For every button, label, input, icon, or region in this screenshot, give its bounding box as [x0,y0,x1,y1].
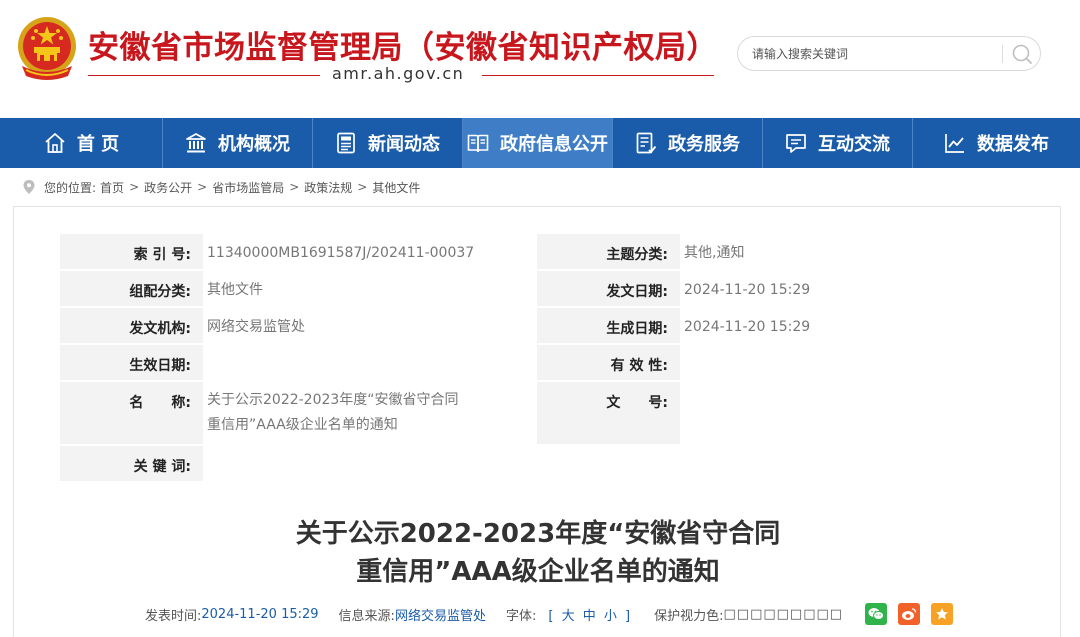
building-icon [186,133,206,153]
search-input[interactable] [752,45,992,63]
article-title: 关于公示2022-2023年度“安徽省守合同 重信用”AAA级企业名单的通知 [14,515,1062,591]
nav-item-home[interactable]: 首 页 [0,118,162,168]
breadcrumb-prefix: 您的位置: [44,180,97,195]
breadcrumb-separator: > [197,180,208,194]
doc-no-label: 文 号: [537,382,680,444]
news-icon [337,132,355,154]
article-title-line: 关于公示2022-2023年度“安徽省守合同 [295,519,781,549]
site-domain: amr.ah.gov.cn [332,64,465,83]
favorite-star-icon [936,608,949,620]
nav-item-gov-info[interactable]: 政府信息公开 [462,118,612,168]
source-value[interactable]: 网络交易监管处 [395,605,486,624]
effective-date-value [203,345,537,380]
meta-row: 关 键 词: [60,446,1015,481]
meta-row: 索 引 号: 11340000MB1691587J/202411-00037 主… [60,234,1015,269]
meta-row: 名 称: 关于公示2022-2023年度“安徽省守合同 重信用”AAA级企业名单… [60,382,1015,444]
nav-item-interaction[interactable]: 互动交流 [762,118,912,168]
index-no-label: 索 引 号: [60,234,203,269]
weibo-icon [902,608,917,620]
nav-item-label: 互动交流 [818,134,890,155]
meta-row: 发文机构: 网络交易监管处 生成日期: 2024-11-20 15:29 [60,308,1015,343]
issuer-label: 发文机构: [60,308,203,343]
name-value: 关于公示2022-2023年度“安徽省守合同 重信用”AAA级企业名单的通知 [203,382,537,444]
created-date-value: 2024-11-20 15:29 [680,308,1014,343]
nav-item-label: 机构概况 [218,134,290,155]
source-label: 信息来源: [338,608,395,624]
site-header: 安徽省市场监督管理局（安徽省知识产权局） amr.ah.gov.cn [0,0,1080,118]
nav-item-label: 政府信息公开 [500,134,608,155]
share-wechat-button[interactable] [865,603,888,625]
validity-value [680,345,1014,380]
search-box [737,36,1041,71]
home-icon [45,133,65,153]
national-emblem-icon[interactable] [14,14,80,86]
document-meta-table: 索 引 号: 11340000MB1691587J/202411-00037 主… [60,234,1015,483]
breadcrumb-link-policy[interactable]: 政策法规 [304,179,352,196]
font-medium-button[interactable]: 中 [583,609,596,624]
line-chart-icon [945,134,964,153]
breadcrumb-separator: > [129,180,140,194]
name-value-line: 关于公示2022-2023年度“安徽省守合同 [207,392,459,408]
keywords-label: 关 键 词: [60,446,203,481]
topic-value: 其他,通知 [680,234,1014,269]
breadcrumb-link-provincial-bureau[interactable]: 省市场监管局 [212,179,284,196]
main-nav: 首 页 机构概况 新闻动态 政府信息公开 政务服务 互动交流 数据发布 [0,118,1080,168]
name-label: 名 称: [60,382,203,444]
publish-time-label: 发表时间: [145,608,202,624]
breadcrumb-separator: > [289,180,300,194]
font-large-button[interactable]: 大 [562,609,575,624]
index-no-value: 11340000MB1691587J/202411-00037 [203,234,537,269]
issuer-value: 网络交易监管处 [203,308,537,343]
font-size-controls: [ 大 中 小 ] [546,605,632,624]
nav-item-label: 首 页 [76,134,120,155]
nav-item-data[interactable]: 数据发布 [912,118,1080,168]
doc-no-value [680,382,1014,444]
search-divider [1002,45,1003,63]
nav-item-news[interactable]: 新闻动态 [312,118,462,168]
eye-care-label: 保护视力色: [654,608,724,624]
name-value-line: 重信用”AAA级企业名单的通知 [207,417,398,433]
org-class-label: 组配分类: [60,271,203,306]
keywords-value [203,446,1015,481]
font-bracket-close: ] [625,608,631,624]
breadcrumb-link-gov-open[interactable]: 政务公开 [144,179,192,196]
content-panel: 索 引 号: 11340000MB1691587J/202411-00037 主… [13,206,1061,637]
eye-care-color-options[interactable]: □□□□□□□□□ [724,607,844,622]
location-pin-icon [23,180,35,194]
open-book-icon [467,134,489,153]
wechat-icon [868,608,885,620]
favorite-button[interactable] [931,603,954,625]
issue-date-value: 2024-11-20 15:29 [680,271,1014,306]
article-title-line: 重信用”AAA级企业名单的通知 [356,557,720,587]
font-bracket-open: [ [548,608,554,624]
topic-label: 主题分类: [537,234,680,269]
breadcrumb-link-other-docs[interactable]: 其他文件 [372,179,420,196]
nav-item-label: 新闻动态 [368,134,440,155]
title-underline-right [482,75,714,76]
site-title[interactable]: 安徽省市场监督管理局（安徽省知识产权局） [88,22,718,67]
nav-item-label: 政务服务 [668,134,740,155]
search-icon[interactable] [1008,41,1036,67]
font-size-label: 字体: [505,608,537,624]
meta-row: 生效日期: 有 效 性: [60,345,1015,380]
issue-date-label: 发文日期: [537,271,680,306]
nav-item-services[interactable]: 政务服务 [612,118,762,168]
nav-item-label: 数据发布 [977,134,1049,155]
publish-time-value: 2024-11-20 15:29 [201,606,319,622]
breadcrumb-separator: > [357,180,368,194]
chat-icon [786,134,806,153]
org-class-value: 其他文件 [203,271,537,306]
breadcrumb: 您的位置: 首页 > 政务公开 > 省市场监管局 > 政策法规 > 其他文件 [22,178,420,196]
share-weibo-button[interactable] [898,603,921,625]
created-date-label: 生成日期: [537,308,680,343]
nav-item-about[interactable]: 机构概况 [162,118,312,168]
title-underline-left [88,75,320,76]
effective-date-label: 生效日期: [60,345,203,380]
breadcrumb-link-home[interactable]: 首页 [100,179,124,196]
font-small-button[interactable]: 小 [604,609,617,624]
meta-row: 组配分类: 其他文件 发文日期: 2024-11-20 15:29 [60,271,1015,306]
article-info-bar: 发表时间: 2024-11-20 15:29 信息来源: 网络交易监管处 字体:… [145,603,964,625]
service-form-icon [636,132,657,154]
validity-label: 有 效 性: [537,345,680,380]
